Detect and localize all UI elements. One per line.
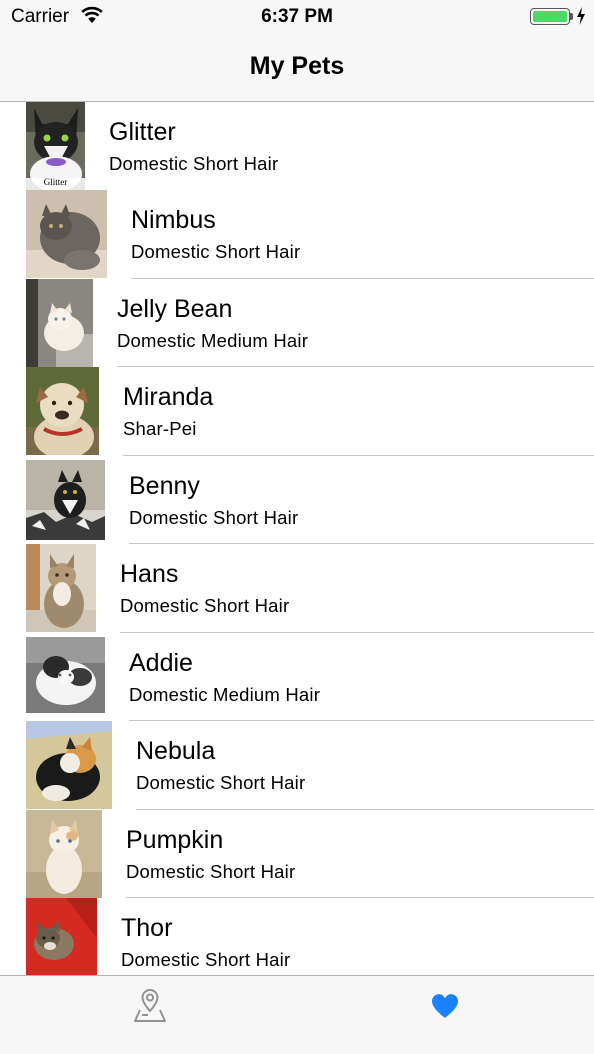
map-pin-icon [134, 988, 166, 1022]
pet-name: Thor [121, 914, 173, 942]
pet-row[interactable]: Addie Domestic Medium Hair [0, 633, 594, 721]
pet-row[interactable]: Nimbus Domestic Short Hair [0, 190, 594, 279]
pet-breed: Domestic Medium Hair [129, 683, 321, 705]
pet-photo [26, 898, 97, 975]
pet-photo [26, 459, 105, 540]
pet-breed: Domestic Short Hair [126, 860, 296, 882]
pet-breed: Domestic Short Hair [136, 772, 306, 793]
battery-level [533, 11, 567, 22]
pet-row[interactable]: Hans Domestic Short Hair [0, 544, 594, 633]
pet-row[interactable]: Pumpkin Domestic Short Hair [0, 809, 594, 898]
pet-name: Addie [129, 648, 193, 677]
pet-row[interactable]: Benny Domestic Short Hair [0, 456, 594, 544]
battery-icon [530, 8, 570, 25]
tab-favorites[interactable] [297, 976, 594, 1054]
pet-breed: Domestic Short Hair [129, 506, 299, 528]
pet-name: Glitter [109, 118, 176, 146]
pet-photo [26, 190, 107, 278]
pet-name: Nebula [136, 737, 216, 765]
pet-row[interactable]: Miranda Shar-Pei [0, 367, 594, 456]
pet-row[interactable]: Jelly Bean Domestic Medium Hair [0, 278, 594, 367]
pet-breed: Domestic Short Hair [121, 949, 291, 970]
pet-name: Jelly Bean [117, 294, 233, 323]
pet-breed: Domestic Medium Hair [117, 329, 309, 351]
clock: 6:37 PM [261, 6, 333, 27]
pet-row[interactable]: Nebula Domestic Short Hair [0, 721, 594, 810]
charging-bolt-icon [577, 7, 585, 25]
photo-caption: Glitter [43, 177, 68, 187]
pet-photo [26, 809, 102, 898]
status-bar: Carrier 6:37 PM [0, 0, 594, 34]
pet-photo [26, 636, 105, 713]
pet-photo [26, 721, 112, 809]
pet-breed: Shar-Pei [123, 418, 197, 439]
pet-photo [26, 367, 99, 455]
pet-name: Hans [120, 560, 179, 588]
pet-row[interactable]: Thor Domestic Short Hair [0, 898, 594, 975]
battery-nub [570, 13, 573, 20]
pet-name: Nimbus [131, 206, 216, 234]
page-title: My Pets [249, 52, 345, 80]
tab-bar [0, 975, 594, 1054]
pet-name: Benny [129, 471, 200, 500]
pet-row[interactable]: Glitter Glitter Domestic Short Hair [0, 102, 594, 191]
pet-name: Pumpkin [126, 825, 224, 854]
pet-breed: Domestic Short Hair [120, 595, 290, 616]
tab-map[interactable] [0, 976, 297, 1054]
pet-breed: Domestic Short Hair [109, 153, 279, 174]
pet-breed: Domestic Short Hair [131, 241, 301, 262]
pet-photo [26, 278, 93, 367]
pet-list[interactable]: Glitter Glitter Domestic Short Hair Nimb… [0, 102, 594, 975]
navigation-bar: My Pets [0, 34, 594, 102]
pet-photo [26, 544, 96, 632]
heart-icon [431, 994, 459, 1018]
pet-name: Miranda [123, 383, 214, 411]
